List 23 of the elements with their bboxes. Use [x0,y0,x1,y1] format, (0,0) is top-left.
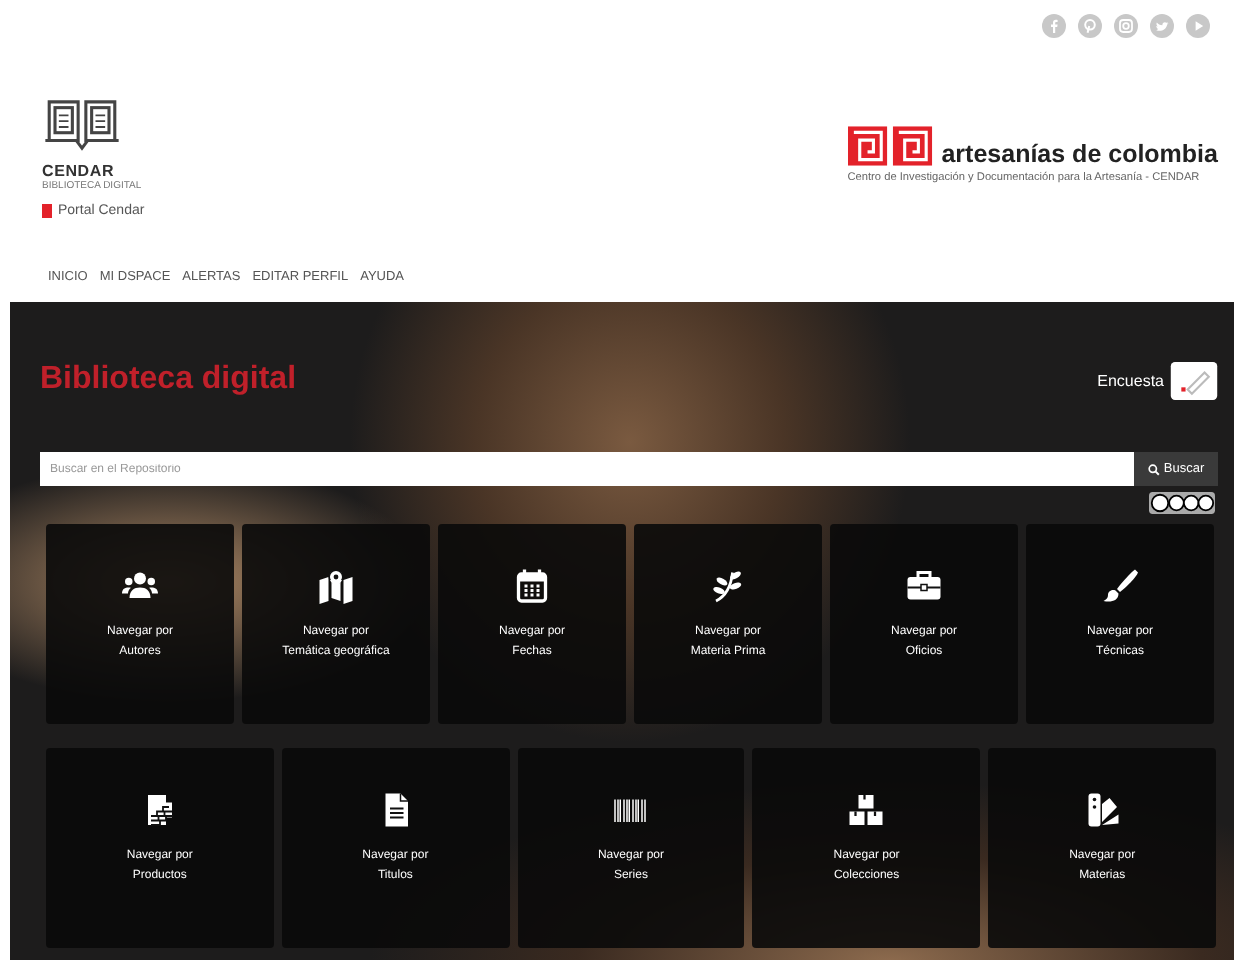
logo-title: CENDAR [42,162,115,180]
search-icon [1147,463,1160,475]
square-icon [42,204,52,218]
pinterest-icon[interactable] [1078,14,1102,38]
facebook-icon[interactable] [1042,14,1066,38]
hero-title: Biblioteca digital [40,362,297,398]
license-badge-icon [1148,492,1216,514]
survey-icon[interactable] [1170,361,1218,399]
brush-icon [1102,568,1138,604]
map-pin-icon [318,568,354,604]
toolbox-icon [906,568,942,604]
boxes-icon [848,792,885,828]
instagram-icon[interactable] [1114,14,1138,38]
brand-name: artesanías de colombia [941,142,1218,166]
spiral-logo-icon [847,126,934,166]
twitter-icon[interactable] [1150,14,1174,38]
calendar-icon [514,568,550,604]
leaf-icon [710,568,746,604]
book-logo-icon [42,98,122,152]
survey-label: Encuesta [1097,371,1164,389]
people-icon [122,568,158,604]
play-icon[interactable] [1186,14,1210,38]
swatch-icon [1084,792,1121,828]
